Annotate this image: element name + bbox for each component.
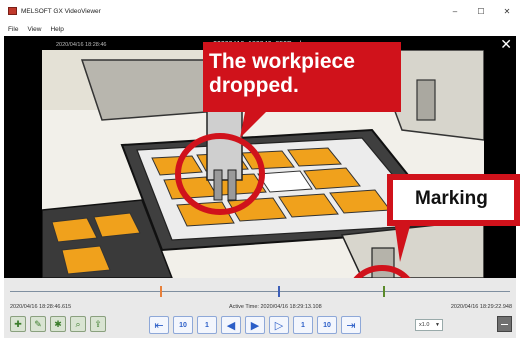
step-back-icon[interactable]: ◀ bbox=[221, 316, 241, 334]
timeline-marker-marking[interactable] bbox=[382, 286, 385, 297]
edit-marker-icon[interactable]: ✎ bbox=[30, 316, 46, 332]
maximize-button[interactable]: ☐ bbox=[468, 0, 494, 22]
callout-dropped: The workpiece dropped. bbox=[203, 42, 401, 112]
menu-file[interactable]: File bbox=[8, 26, 18, 33]
panel-toggle-button[interactable] bbox=[497, 316, 512, 332]
forward-10-button[interactable]: 10 bbox=[317, 316, 337, 334]
export-icon[interactable]: ⇪ bbox=[90, 316, 106, 332]
window-controls: – ☐ ✕ bbox=[442, 0, 520, 22]
step-forward-icon[interactable]: ▷ bbox=[269, 316, 289, 334]
end-time-label: 2020/04/16 18:29:22.948 bbox=[450, 304, 512, 310]
timeline-marker-active[interactable] bbox=[277, 286, 280, 297]
timeline-track[interactable] bbox=[10, 291, 510, 292]
timeline-panel: 2020/04/16 18:28:46.615 Active Time: 202… bbox=[4, 278, 516, 338]
speed-select[interactable]: x1.0 ▼ bbox=[415, 319, 443, 331]
marker-toolbar: ✚ ✎ ✱ ⌕ ⇪ bbox=[10, 316, 106, 332]
rewind-10-button[interactable]: 10 bbox=[173, 316, 193, 334]
active-time-label: Active Time: 2020/04/16 18:29:13.108 bbox=[229, 304, 322, 310]
add-marker-icon[interactable]: ✚ bbox=[10, 316, 26, 332]
start-time-label: 2020/04/16 18:28:46.615 bbox=[10, 304, 72, 310]
search-icon[interactable]: ⌕ bbox=[70, 316, 86, 332]
rewind-1-button[interactable]: 1 bbox=[197, 316, 217, 334]
minimize-button[interactable]: – bbox=[442, 0, 468, 22]
menu-help[interactable]: Help bbox=[50, 26, 63, 33]
playback-controls: ⇤ 10 1 ◀ ▶ ▷ 1 10 ⇥ bbox=[149, 316, 361, 334]
timeline-marker-start[interactable] bbox=[160, 286, 162, 297]
menu-bar: File View Help bbox=[0, 22, 520, 36]
speed-value: x1.0 bbox=[419, 322, 430, 328]
settings-icon[interactable]: ✱ bbox=[50, 316, 66, 332]
app-icon bbox=[8, 7, 17, 15]
callout-marking: Marking bbox=[387, 174, 520, 226]
callout-marking-label: Marking bbox=[393, 180, 514, 220]
chevron-down-icon: ▼ bbox=[435, 322, 440, 328]
jump-start-icon[interactable]: ⇤ bbox=[149, 316, 169, 334]
close-button[interactable]: ✕ bbox=[494, 0, 520, 22]
play-icon[interactable]: ▶ bbox=[245, 316, 265, 334]
menu-view[interactable]: View bbox=[27, 26, 41, 33]
title-bar: MELSOFT GX VideoViewer – ☐ ✕ bbox=[0, 0, 520, 22]
jump-end-icon[interactable]: ⇥ bbox=[341, 316, 361, 334]
window-title: MELSOFT GX VideoViewer bbox=[21, 7, 101, 15]
overlay-timestamp: 2020/04/16 18:28:46 bbox=[56, 42, 107, 48]
close-video-icon[interactable]: ✕ bbox=[500, 36, 512, 53]
forward-1-button[interactable]: 1 bbox=[293, 316, 313, 334]
